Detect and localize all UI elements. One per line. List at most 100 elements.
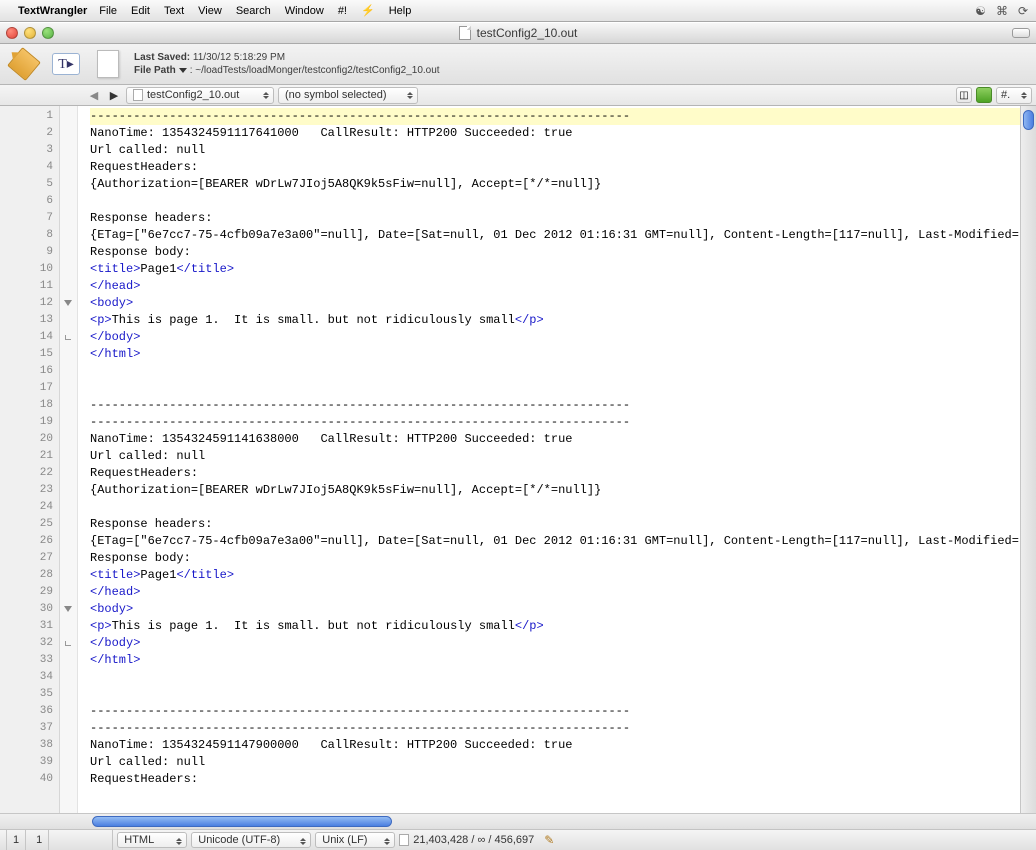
line-number[interactable]: 40: [0, 771, 59, 788]
code-line[interactable]: NanoTime: 1354324591147900000 CallResult…: [90, 737, 1020, 754]
titlebar[interactable]: testConfig2_10.out: [0, 22, 1036, 44]
fold-row[interactable]: [60, 448, 77, 465]
fold-row[interactable]: [60, 652, 77, 669]
menu-edit[interactable]: Edit: [131, 5, 150, 17]
fold-row[interactable]: [60, 754, 77, 771]
fold-row[interactable]: [60, 720, 77, 737]
line-number[interactable]: 21: [0, 448, 59, 465]
menu-text[interactable]: Text: [164, 5, 184, 17]
code-line[interactable]: [90, 193, 1020, 210]
code-line[interactable]: <body>: [90, 601, 1020, 618]
line-number[interactable]: 6: [0, 193, 59, 210]
code-line[interactable]: Response body:: [90, 550, 1020, 567]
code-line[interactable]: </head>: [90, 584, 1020, 601]
code-line[interactable]: <p>This is page 1. It is small. but not …: [90, 618, 1020, 635]
code-line[interactable]: ----------------------------------------…: [90, 414, 1020, 431]
menu-view[interactable]: View: [198, 5, 222, 17]
line-number[interactable]: 24: [0, 499, 59, 516]
vertical-scroll-thumb[interactable]: [1023, 110, 1034, 130]
code-line[interactable]: RequestHeaders:: [90, 159, 1020, 176]
code-line[interactable]: </head>: [90, 278, 1020, 295]
menu-window[interactable]: Window: [285, 5, 324, 17]
line-number[interactable]: 25: [0, 516, 59, 533]
fold-row[interactable]: [60, 108, 77, 125]
fold-row[interactable]: [60, 703, 77, 720]
line-number[interactable]: 15: [0, 346, 59, 363]
fold-row[interactable]: [60, 499, 77, 516]
path-dropdown-icon[interactable]: [179, 68, 187, 73]
fold-row[interactable]: [60, 601, 77, 618]
menu-extra-3-icon[interactable]: ⟳: [1018, 4, 1028, 18]
marker-dropdown[interactable]: #.: [996, 87, 1032, 104]
line-number[interactable]: 27: [0, 550, 59, 567]
menu-script-icon[interactable]: ⚡: [361, 4, 375, 17]
horizontal-scrollbar[interactable]: [0, 813, 1036, 829]
fold-row[interactable]: [60, 533, 77, 550]
fold-row[interactable]: [60, 193, 77, 210]
code-line[interactable]: ----------------------------------------…: [90, 108, 1020, 125]
line-ending-dropdown[interactable]: Unix (LF): [315, 832, 395, 848]
line-number[interactable]: 4: [0, 159, 59, 176]
menu-help[interactable]: Help: [389, 5, 412, 17]
fold-row[interactable]: [60, 550, 77, 567]
line-number[interactable]: 30: [0, 601, 59, 618]
line-number[interactable]: 28: [0, 567, 59, 584]
line-number[interactable]: 32: [0, 635, 59, 652]
line-number[interactable]: 9: [0, 244, 59, 261]
fold-row[interactable]: [60, 159, 77, 176]
line-number[interactable]: 1: [0, 108, 59, 125]
fold-row[interactable]: [60, 482, 77, 499]
line-number[interactable]: 36: [0, 703, 59, 720]
fold-row[interactable]: [60, 414, 77, 431]
line-number[interactable]: 14: [0, 329, 59, 346]
symbol-dropdown[interactable]: (no symbol selected): [278, 87, 418, 104]
code-line[interactable]: ----------------------------------------…: [90, 397, 1020, 414]
fold-row[interactable]: [60, 618, 77, 635]
code-line[interactable]: </html>: [90, 346, 1020, 363]
line-number[interactable]: 33: [0, 652, 59, 669]
fold-row[interactable]: [60, 227, 77, 244]
line-number[interactable]: 34: [0, 669, 59, 686]
line-number[interactable]: 2: [0, 125, 59, 142]
fold-row[interactable]: [60, 142, 77, 159]
code-line[interactable]: Response headers:: [90, 210, 1020, 227]
fold-row[interactable]: [60, 431, 77, 448]
fold-row[interactable]: [60, 125, 77, 142]
code-line[interactable]: {Authorization=[BEARER wDrLw7JIoj5A8QK9k…: [90, 176, 1020, 193]
fold-row[interactable]: [60, 771, 77, 788]
code-line[interactable]: RequestHeaders:: [90, 465, 1020, 482]
line-number[interactable]: 38: [0, 737, 59, 754]
fold-row[interactable]: [60, 737, 77, 754]
nav-forward-button[interactable]: ▶: [106, 87, 122, 103]
edit-pencil-icon[interactable]: [8, 48, 40, 80]
code-line[interactable]: RequestHeaders:: [90, 771, 1020, 788]
fold-row[interactable]: [60, 329, 77, 346]
code-line[interactable]: ----------------------------------------…: [90, 703, 1020, 720]
app-menu[interactable]: TextWrangler: [18, 5, 87, 17]
fold-row[interactable]: [60, 397, 77, 414]
text-options-button[interactable]: T▸: [50, 48, 82, 80]
code-line[interactable]: {ETag=["6e7cc7-75-4cfb09a7e3a00"=null], …: [90, 227, 1020, 244]
fold-row[interactable]: [60, 465, 77, 482]
code-line[interactable]: [90, 380, 1020, 397]
line-number[interactable]: 26: [0, 533, 59, 550]
fold-row[interactable]: [60, 312, 77, 329]
code-line[interactable]: [90, 499, 1020, 516]
fold-row[interactable]: [60, 686, 77, 703]
fold-row[interactable]: [60, 176, 77, 193]
fold-row[interactable]: [60, 363, 77, 380]
line-number[interactable]: 12: [0, 295, 59, 312]
menu-search[interactable]: Search: [236, 5, 271, 17]
line-number[interactable]: 3: [0, 142, 59, 159]
code-line[interactable]: ----------------------------------------…: [90, 720, 1020, 737]
code-line[interactable]: [90, 669, 1020, 686]
encoding-dropdown[interactable]: Unicode (UTF-8): [191, 832, 311, 848]
code-line[interactable]: NanoTime: 1354324591117641000 CallResult…: [90, 125, 1020, 142]
line-number[interactable]: 22: [0, 465, 59, 482]
line-number[interactable]: 16: [0, 363, 59, 380]
horizontal-scroll-thumb[interactable]: [92, 816, 392, 827]
fold-row[interactable]: [60, 261, 77, 278]
line-number[interactable]: 35: [0, 686, 59, 703]
code-fold-gutter[interactable]: [60, 106, 78, 813]
line-number-gutter[interactable]: 1234567891011121314151617181920212223242…: [0, 106, 60, 813]
